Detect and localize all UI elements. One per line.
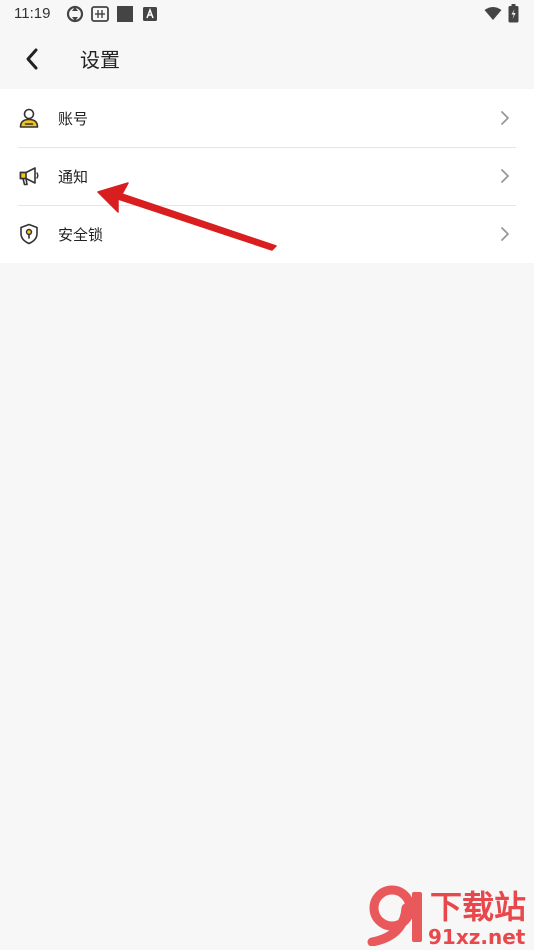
- status-time: 11:19: [14, 5, 51, 22]
- keyboard-icon: [91, 6, 109, 22]
- watermark-domain: 91xz.net: [428, 925, 526, 946]
- status-bar: 11:19: [0, 0, 534, 28]
- wifi-icon: [484, 7, 502, 20]
- chevron-right-icon: [501, 227, 509, 241]
- sync-icon: [66, 5, 84, 23]
- menu-item-security-lock[interactable]: 安全锁: [0, 205, 534, 263]
- chevron-right-icon: [501, 169, 509, 183]
- app-bar: 设置: [0, 28, 534, 88]
- menu-item-account[interactable]: 账号: [0, 89, 534, 147]
- page-title: 设置: [80, 48, 120, 72]
- settings-menu: 账号 通知 安全锁: [0, 89, 534, 263]
- menu-item-notification[interactable]: 通知: [0, 147, 534, 205]
- square-icon: [117, 6, 133, 22]
- menu-item-label: 安全锁: [58, 225, 104, 244]
- megaphone-icon: [18, 165, 40, 187]
- shield-lock-icon: [18, 223, 40, 245]
- menu-item-label: 账号: [58, 109, 89, 128]
- chevron-left-icon: [26, 48, 38, 70]
- a-badge-icon: [143, 7, 157, 21]
- back-button[interactable]: [14, 42, 50, 76]
- user-icon: [18, 107, 40, 129]
- battery-icon: [508, 4, 519, 23]
- watermark-logo: 下载站 91xz.net: [367, 885, 526, 946]
- menu-item-label: 通知: [58, 167, 89, 186]
- chevron-right-icon: [501, 111, 509, 125]
- watermark-title: 下载站: [430, 888, 526, 926]
